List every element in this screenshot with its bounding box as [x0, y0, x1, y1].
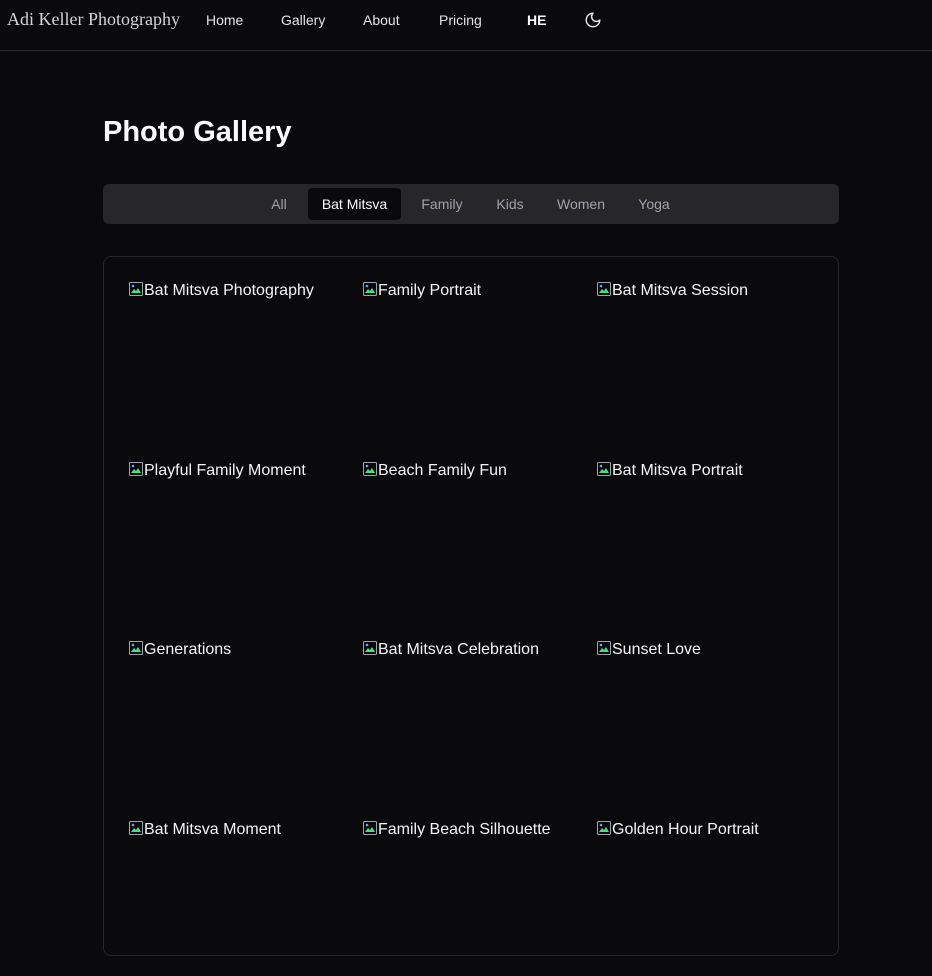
gallery-item[interactable]: Family Beach Silhouette	[362, 820, 576, 976]
gallery-item-alt: Generations	[144, 641, 232, 658]
broken-image-icon	[129, 282, 143, 296]
gallery-grid: Bat Mitsva Photography Family Portrait B…	[103, 256, 839, 956]
broken-image-icon	[363, 641, 377, 655]
gallery-item[interactable]: Bat Mitsva Moment	[128, 820, 342, 976]
gallery-item-alt: Family Beach Silhouette	[378, 821, 551, 838]
broken-image-icon	[129, 641, 143, 655]
nav-link-about[interactable]: About	[363, 12, 400, 28]
category-tabs: All Bat Mitsva Family Kids Women Yoga	[103, 184, 839, 224]
tab-women[interactable]: Women	[549, 188, 613, 220]
broken-image-icon	[363, 462, 377, 476]
gallery-item-alt: Beach Family Fun	[378, 462, 507, 479]
gallery-item[interactable]: Golden Hour Portrait	[596, 820, 810, 976]
gallery-item-alt: Bat Mitsva Photography	[144, 282, 314, 299]
broken-image-icon	[597, 641, 611, 655]
broken-image-icon	[597, 462, 611, 476]
broken-image-icon	[597, 821, 611, 835]
tab-bat-mitsva[interactable]: Bat Mitsva	[308, 188, 401, 220]
nav-link-home[interactable]: Home	[206, 12, 243, 28]
broken-image-icon	[597, 282, 611, 296]
broken-image-icon	[363, 821, 377, 835]
tab-kids[interactable]: Kids	[486, 188, 534, 220]
language-toggle[interactable]: HE	[527, 12, 546, 28]
gallery-item[interactable]: Family Portrait	[362, 281, 576, 437]
broken-image-icon	[363, 282, 377, 296]
moon-icon	[585, 12, 601, 28]
nav-link-gallery[interactable]: Gallery	[281, 12, 325, 28]
tab-yoga[interactable]: Yoga	[630, 188, 678, 220]
tab-all[interactable]: All	[261, 188, 297, 220]
gallery-item[interactable]: Bat Mitsva Session	[596, 281, 810, 437]
gallery-item-alt: Sunset Love	[612, 641, 701, 658]
gallery-item-alt: Bat Mitsva Session	[612, 282, 749, 299]
gallery-item[interactable]: Generations	[128, 640, 342, 796]
gallery-item[interactable]: Sunset Love	[596, 640, 810, 796]
page-title: Photo Gallery	[103, 116, 292, 148]
nav-link-pricing[interactable]: Pricing	[439, 12, 482, 28]
gallery-item-alt: Bat Mitsva Celebration	[378, 641, 539, 658]
top-nav: Adi Keller Photography Home Gallery Abou…	[0, 0, 932, 51]
gallery-item[interactable]: Beach Family Fun	[362, 461, 576, 617]
theme-toggle-button[interactable]	[584, 11, 602, 29]
gallery-item-alt: Bat Mitsva Moment	[144, 821, 281, 838]
tab-family[interactable]: Family	[411, 188, 473, 220]
brand-logo[interactable]: Adi Keller Photography	[7, 9, 180, 30]
gallery-item[interactable]: Playful Family Moment	[128, 461, 342, 617]
gallery-item-alt: Family Portrait	[378, 282, 482, 299]
gallery-item-alt: Golden Hour Portrait	[612, 821, 759, 838]
broken-image-icon	[129, 821, 143, 835]
gallery-item-alt: Playful Family Moment	[144, 462, 306, 479]
gallery-item[interactable]: Bat Mitsva Celebration	[362, 640, 576, 796]
gallery-item[interactable]: Bat Mitsva Photography	[128, 281, 342, 437]
gallery-item[interactable]: Bat Mitsva Portrait	[596, 461, 810, 617]
gallery-item-alt: Bat Mitsva Portrait	[612, 462, 743, 479]
broken-image-icon	[129, 462, 143, 476]
